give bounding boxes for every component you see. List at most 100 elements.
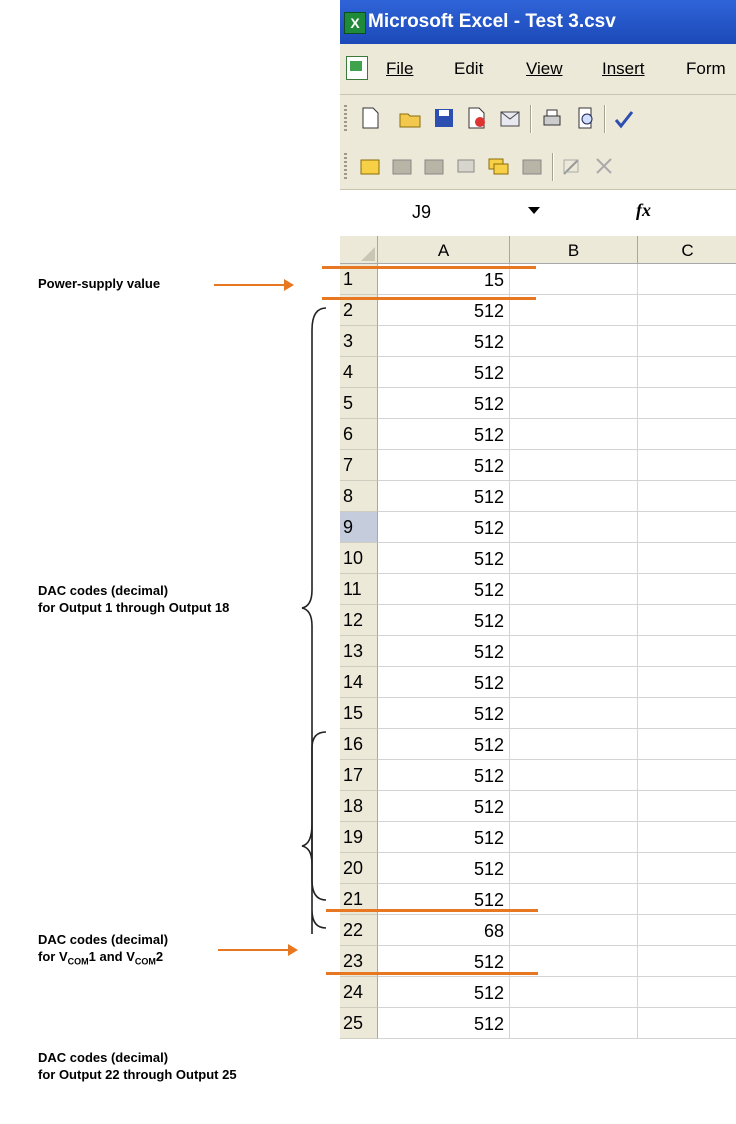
spelling-icon[interactable] [612, 106, 636, 130]
cell-c[interactable] [638, 543, 736, 574]
show-all-comments-icon[interactable] [486, 154, 510, 178]
cell-a[interactable]: 512 [378, 791, 510, 822]
cell-c[interactable] [638, 605, 736, 636]
cell-b[interactable] [510, 450, 638, 481]
cell-b[interactable] [510, 481, 638, 512]
cell-c[interactable] [638, 729, 736, 760]
new-icon[interactable] [358, 106, 382, 130]
select-all-button[interactable] [340, 236, 378, 264]
cell-c[interactable] [638, 853, 736, 884]
menu-edit[interactable]: Edit [454, 59, 483, 79]
cell-b[interactable] [510, 1008, 638, 1039]
cell-b[interactable] [510, 977, 638, 1008]
cell-c[interactable] [638, 326, 736, 357]
row-header[interactable]: 7 [340, 450, 378, 481]
cell-c[interactable] [638, 636, 736, 667]
cell-a[interactable]: 512 [378, 481, 510, 512]
cell-b[interactable] [510, 760, 638, 791]
track-changes-icon[interactable] [560, 154, 584, 178]
cell-a[interactable]: 512 [378, 729, 510, 760]
menu-format[interactable]: Form [686, 59, 726, 79]
row-header[interactable]: 15 [340, 698, 378, 729]
insert-function-icon[interactable]: fx [636, 200, 651, 221]
menu-view[interactable]: View [526, 59, 563, 79]
cell-b[interactable] [510, 419, 638, 450]
print-preview-icon[interactable] [574, 106, 598, 130]
cell-a[interactable]: 512 [378, 326, 510, 357]
cell-a[interactable]: 512 [378, 605, 510, 636]
cell-b[interactable] [510, 574, 638, 605]
cell-a[interactable]: 512 [378, 1008, 510, 1039]
row-header[interactable]: 22 [340, 915, 378, 946]
cell-b[interactable] [510, 791, 638, 822]
print-icon[interactable] [540, 106, 564, 130]
cell-a[interactable]: 512 [378, 698, 510, 729]
row-header[interactable]: 25 [340, 1008, 378, 1039]
cell-a[interactable]: 512 [378, 822, 510, 853]
row-header[interactable]: 14 [340, 667, 378, 698]
cell-b[interactable] [510, 605, 638, 636]
cell-b[interactable] [510, 388, 638, 419]
cell-b[interactable] [510, 729, 638, 760]
new-comment-icon[interactable] [358, 154, 382, 178]
cell-b[interactable] [510, 853, 638, 884]
cell-b[interactable] [510, 667, 638, 698]
row-header[interactable]: 6 [340, 419, 378, 450]
row-header[interactable]: 4 [340, 357, 378, 388]
menu-file[interactable]: File [386, 59, 413, 79]
toolbar-grip[interactable] [344, 105, 347, 133]
show-comment-icon[interactable] [454, 154, 478, 178]
cell-c[interactable] [638, 791, 736, 822]
name-box[interactable]: J9 [342, 198, 492, 226]
cell-c[interactable] [638, 977, 736, 1008]
cell-c[interactable] [638, 574, 736, 605]
cell-c[interactable] [638, 915, 736, 946]
column-header-c[interactable]: C [638, 236, 736, 264]
menu-insert[interactable]: Insert [602, 59, 645, 79]
column-header-b[interactable]: B [510, 236, 638, 264]
row-header[interactable]: 19 [340, 822, 378, 853]
cell-c[interactable] [638, 481, 736, 512]
cell-a[interactable]: 512 [378, 450, 510, 481]
row-header[interactable]: 10 [340, 543, 378, 574]
open-icon[interactable] [398, 106, 422, 130]
cell-a[interactable]: 512 [378, 512, 510, 543]
cell-b[interactable] [510, 357, 638, 388]
delete-comment-icon[interactable] [520, 154, 544, 178]
cell-a[interactable]: 512 [378, 574, 510, 605]
row-header[interactable]: 16 [340, 729, 378, 760]
cell-a[interactable]: 68 [378, 915, 510, 946]
row-header[interactable]: 20 [340, 853, 378, 884]
cell-b[interactable] [510, 326, 638, 357]
cell-c[interactable] [638, 760, 736, 791]
chevron-down-icon[interactable] [528, 207, 540, 214]
workbook-icon[interactable] [346, 56, 368, 80]
save-icon[interactable] [432, 106, 456, 130]
cell-b[interactable] [510, 698, 638, 729]
cell-c[interactable] [638, 884, 736, 915]
row-header[interactable]: 18 [340, 791, 378, 822]
reject-change-icon[interactable] [592, 154, 616, 178]
cell-a[interactable]: 512 [378, 667, 510, 698]
row-header[interactable]: 9 [340, 512, 378, 543]
cell-b[interactable] [510, 915, 638, 946]
cell-c[interactable] [638, 698, 736, 729]
row-header[interactable]: 3 [340, 326, 378, 357]
toolbar-grip[interactable] [344, 153, 347, 181]
cell-c[interactable] [638, 667, 736, 698]
cell-a[interactable]: 512 [378, 636, 510, 667]
cell-a[interactable]: 512 [378, 357, 510, 388]
next-comment-icon[interactable] [422, 154, 446, 178]
previous-comment-icon[interactable] [390, 154, 414, 178]
cell-a[interactable]: 512 [378, 543, 510, 574]
row-header[interactable]: 12 [340, 605, 378, 636]
cell-b[interactable] [510, 543, 638, 574]
row-header[interactable]: 17 [340, 760, 378, 791]
column-header-a[interactable]: A [378, 236, 510, 264]
cell-c[interactable] [638, 388, 736, 419]
cell-c[interactable] [638, 450, 736, 481]
row-header[interactable]: 13 [340, 636, 378, 667]
cell-c[interactable] [638, 1008, 736, 1039]
cell-b[interactable] [510, 636, 638, 667]
cell-c[interactable] [638, 946, 736, 977]
